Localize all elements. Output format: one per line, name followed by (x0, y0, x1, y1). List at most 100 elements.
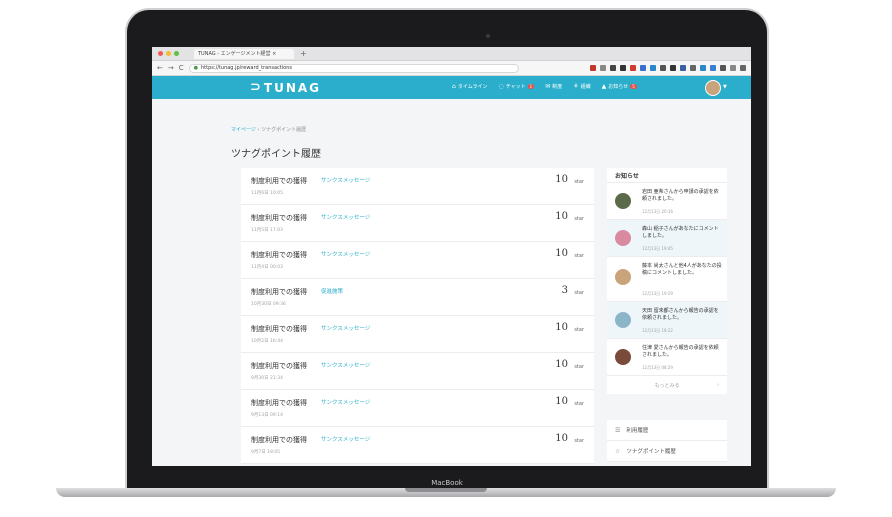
extension-icon[interactable] (710, 65, 716, 71)
transaction-row[interactable]: 制度利用での獲得 サンクスメッセージ 11月6日 10:05 10 star (241, 168, 594, 205)
extension-icon[interactable] (700, 65, 706, 71)
notice-text: 住津 愛さんから報告の承認を依頼されました。 (642, 345, 719, 358)
row-category-link[interactable]: サンクスメッセージ (321, 176, 370, 184)
notice-text: 藤本 尚太さんと他4人があなたの投稿にコメントしました。 (642, 263, 722, 276)
transaction-list: 制度利用での獲得 サンクスメッセージ 11月6日 10:05 10 star 制… (241, 168, 594, 464)
new-tab-button[interactable]: + (300, 49, 307, 58)
notice-item[interactable]: 森山 稲子さんがあなたにコメントしました。 12月13日 19:45 (607, 220, 727, 257)
avatar (615, 349, 631, 365)
extension-icon[interactable] (680, 65, 686, 71)
logo[interactable]: ⊃ TUNAG (250, 80, 321, 95)
row-unit: star (574, 290, 584, 296)
transaction-row[interactable]: 制度利用での獲得 サンクスメッセージ 11月4日 00:03 10 star (241, 242, 594, 279)
extension-icon[interactable] (600, 65, 606, 71)
row-category-link[interactable]: サンクスメッセージ (321, 398, 370, 406)
row-amount: 10 (555, 433, 568, 444)
row-unit: star (574, 438, 584, 444)
breadcrumb-mypage[interactable]: マイページ (231, 127, 256, 133)
extension-icon[interactable] (730, 65, 736, 71)
row-amount: 10 (555, 248, 568, 259)
nav-timeline[interactable]: ⌂ タイムライン (452, 83, 487, 90)
row-title: 制度利用での獲得 (251, 436, 307, 444)
nav-notifications[interactable]: ▲ お知らせ 5 (602, 83, 637, 90)
back-button[interactable]: ← (157, 64, 163, 72)
row-unit: star (574, 327, 584, 333)
laptop-notch (405, 488, 487, 492)
row-title: 制度利用での獲得 (251, 362, 307, 370)
notice-item[interactable]: 岩田 亜希さんから申請の承認を依頼されました。 12月13日 20:16 (607, 183, 727, 220)
chevron-down-icon[interactable]: ▼ (723, 84, 727, 90)
row-unit: star (574, 364, 584, 370)
notice-text: 天田 留未都さんから報告の承認を依頼されました。 (642, 308, 719, 321)
row-category-link[interactable]: サンクスメッセージ (321, 324, 370, 332)
see-more-button[interactable]: もっとみる › (607, 376, 727, 394)
notice-item[interactable]: 藤本 尚太さんと他4人があなたの投稿にコメントしました。 12月13日 19:2… (607, 257, 727, 302)
home-icon: ⌂ (452, 83, 456, 90)
notice-heading: お知らせ (607, 168, 727, 183)
notice-item[interactable]: 天田 留未都さんから報告の承認を依頼されました。 12月13日 18:22 (607, 302, 727, 339)
row-category-link[interactable]: サンクスメッセージ (321, 250, 370, 258)
address-bar[interactable]: ● https://tunag.jp/reward_transactions (188, 63, 519, 73)
row-unit: star (574, 401, 584, 407)
nav-label: チャット (505, 84, 526, 90)
transaction-row[interactable]: 制度利用での獲得 促進施策 10月30日 09:36 3 star (241, 279, 594, 316)
extension-icon[interactable] (690, 65, 696, 71)
row-date: 9月7日 18:05 (251, 450, 281, 455)
user-avatar[interactable] (705, 80, 721, 96)
notice-text: 森山 稲子さんがあなたにコメントしました。 (642, 226, 719, 239)
forward-button[interactable]: → (168, 64, 174, 72)
notice-time: 12月13日 08:29 (642, 365, 673, 370)
row-date: 9月13日 09:14 (251, 413, 283, 418)
row-unit: star (574, 216, 584, 222)
extension-icon[interactable] (670, 65, 676, 71)
row-amount: 10 (555, 174, 568, 185)
nav-system[interactable]: ✉ 制度 (545, 83, 562, 90)
row-unit: star (574, 179, 584, 185)
transaction-row[interactable]: 制度利用での獲得 サンクスメッセージ 10月2日 16:44 10 star (241, 316, 594, 353)
bell-icon: ▲ (601, 83, 607, 90)
extension-icon[interactable] (660, 65, 666, 71)
transaction-row[interactable]: 制度利用での獲得 サンクスメッセージ 9月7日 18:05 10 star (241, 427, 594, 464)
extension-icon[interactable] (640, 65, 646, 71)
row-category-link[interactable]: サンクスメッセージ (321, 361, 370, 369)
page-title: ツナグポイント履歴 (231, 149, 321, 160)
chat-icon: ◌ (498, 83, 504, 90)
avatar (615, 230, 631, 246)
row-title: 制度利用での獲得 (251, 251, 307, 259)
extension-icon[interactable] (630, 65, 636, 71)
close-window-button[interactable] (158, 51, 163, 56)
minimize-window-button[interactable] (166, 51, 171, 56)
notice-time: 12月13日 20:16 (642, 209, 673, 214)
menu-icon[interactable] (740, 65, 746, 71)
chevron-right-icon: › (717, 382, 719, 388)
row-date: 11月6日 10:05 (251, 191, 283, 196)
nav-chat[interactable]: ◌ チャット 1 (498, 83, 535, 90)
screen: TUNAG - エンゲージメント経営 × + ← → C ● https://t… (152, 47, 751, 466)
transaction-row[interactable]: 制度利用での獲得 サンクスメッセージ 11月5日 17:03 10 star (241, 205, 594, 242)
extension-icon[interactable] (590, 65, 596, 71)
row-amount: 10 (555, 322, 568, 333)
side-menu-point-history[interactable]: ☆ ツナグポイント履歴 (607, 441, 727, 462)
nav-organization[interactable]: ⚘ 組織 (573, 83, 590, 90)
extension-icon[interactable] (610, 65, 616, 71)
notice-text: 岩田 亜希さんから申請の承認を依頼されました。 (642, 189, 719, 202)
row-date: 11月5日 17:03 (251, 228, 283, 233)
row-category-link[interactable]: 促進施策 (321, 287, 343, 295)
row-category-link[interactable]: サンクスメッセージ (321, 213, 370, 221)
row-category-link[interactable]: サンクスメッセージ (321, 435, 370, 443)
notification-badge: 5 (630, 84, 637, 89)
extension-icon[interactable] (720, 65, 726, 71)
transaction-row[interactable]: 制度利用での獲得 サンクスメッセージ 9月30日 21:34 10 star (241, 353, 594, 390)
transaction-row[interactable]: 制度利用での獲得 サンクスメッセージ 9月13日 09:14 10 star (241, 390, 594, 427)
see-more-label: もっとみる (654, 382, 680, 389)
browser-tab[interactable]: TUNAG - エンゲージメント経営 × (194, 48, 294, 59)
side-menu: ☰ 利用履歴 ☆ ツナグポイント履歴 (607, 420, 727, 462)
nav-label: 制度 (552, 84, 563, 90)
zoom-window-button[interactable] (174, 51, 179, 56)
side-menu-usage-history[interactable]: ☰ 利用履歴 (607, 420, 727, 441)
extension-icon[interactable] (620, 65, 626, 71)
extension-icon[interactable] (650, 65, 656, 71)
notice-item[interactable]: 住津 愛さんから報告の承認を依頼されました。 12月13日 08:29 (607, 339, 727, 376)
reload-button[interactable]: C (179, 64, 184, 72)
row-date: 10月2日 16:44 (251, 339, 283, 344)
